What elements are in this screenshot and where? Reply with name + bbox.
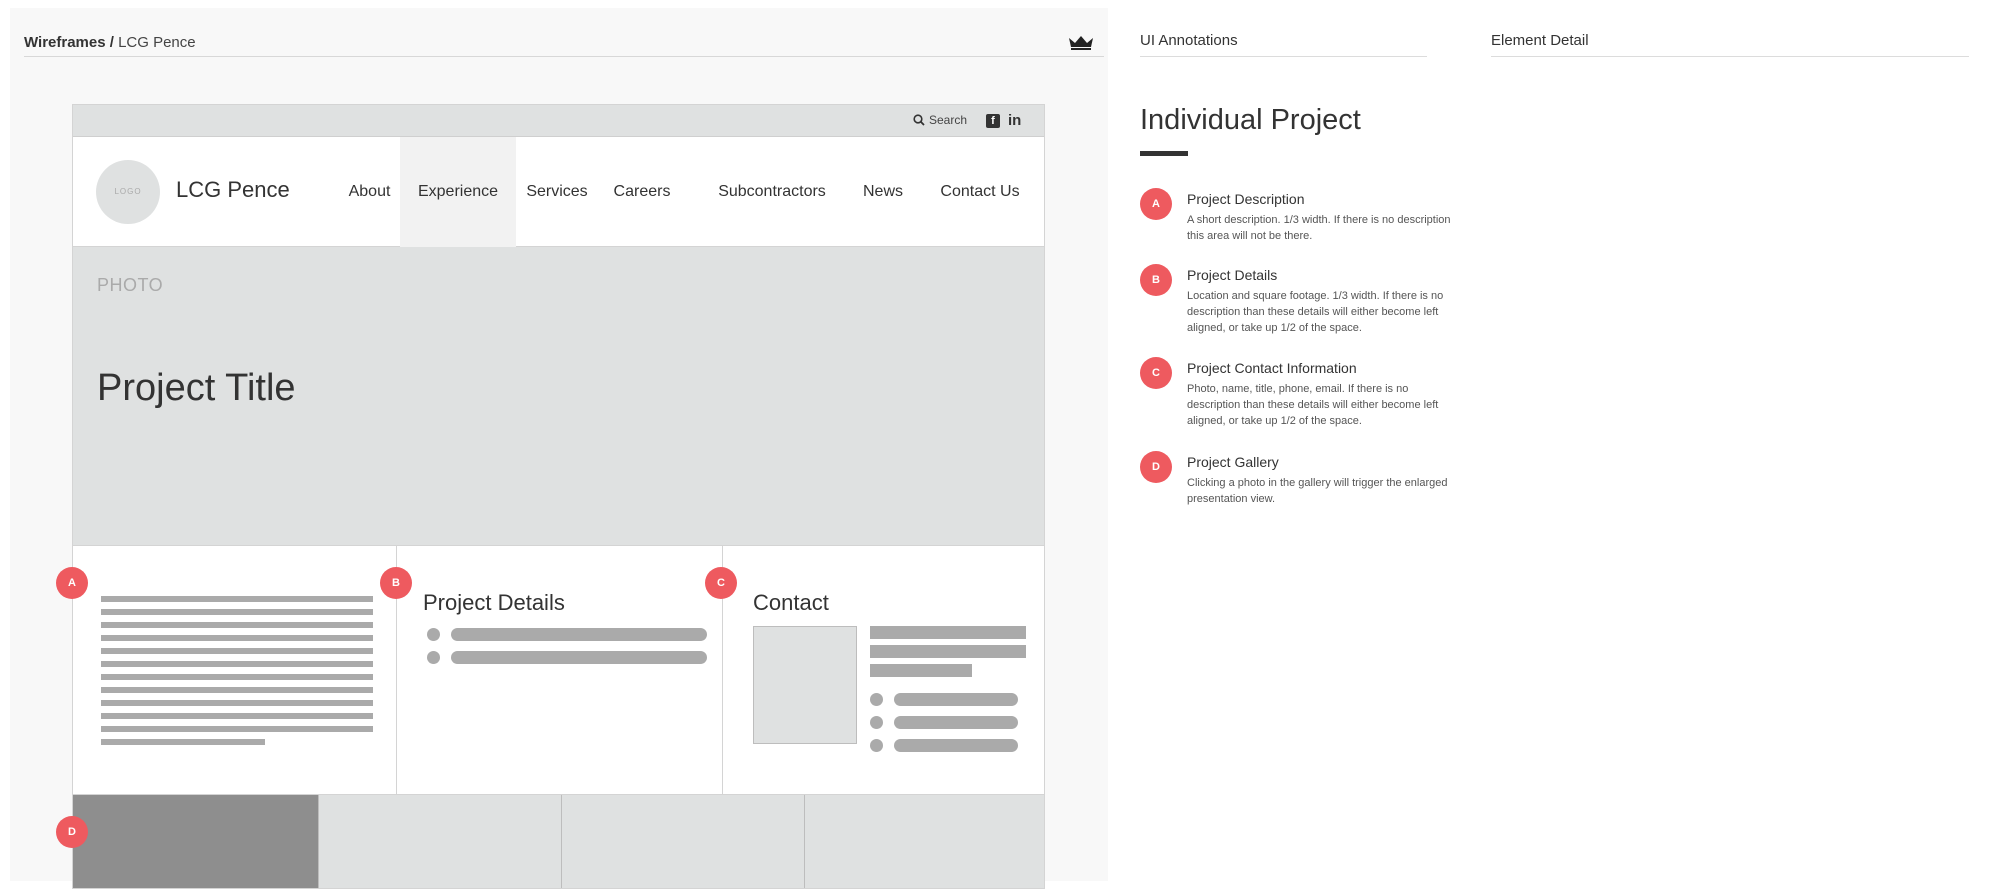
contact-extra-line	[894, 739, 1018, 752]
nav-item-news[interactable]: News	[853, 137, 913, 247]
annotation-badge-c[interactable]: C	[705, 567, 737, 599]
gallery-photo[interactable]	[73, 795, 319, 888]
nav-item-careers[interactable]: Careers	[605, 137, 679, 247]
site-header: LOGO LCG Pence About Experience Services…	[73, 137, 1044, 247]
gallery-photo[interactable]	[319, 795, 562, 888]
annotation-badge-a[interactable]: A	[56, 567, 88, 599]
element-detail-header[interactable]: Element Detail	[1491, 32, 1589, 49]
annotation-badge: C	[1140, 357, 1172, 389]
annotation-title: Project Gallery	[1187, 454, 1279, 470]
contact-name-line	[870, 626, 1026, 639]
gallery-photo[interactable]	[562, 795, 805, 888]
crown-icon[interactable]	[1068, 34, 1094, 50]
project-title: Project Title	[97, 367, 296, 409]
gallery-photo[interactable]	[805, 795, 1044, 888]
text-line	[101, 622, 373, 628]
details-heading: Project Details	[423, 590, 565, 615]
annotation-badge: B	[1140, 264, 1172, 296]
photo-label: PHOTO	[97, 275, 164, 295]
search-icon	[913, 114, 925, 126]
text-line	[101, 687, 373, 693]
contact-photo	[753, 626, 857, 744]
breadcrumb-divider	[24, 56, 1104, 57]
wireframe-frame: Search f in LOGO LCG Pence About Experie…	[72, 104, 1045, 889]
text-line	[101, 648, 373, 654]
search-link[interactable]: Search	[913, 113, 967, 127]
bullet-dot	[870, 739, 883, 752]
annotation-description: A short description. 1/3 width. If there…	[1187, 214, 1451, 242]
contact-email-line	[894, 716, 1018, 729]
annotation-title: Project Contact Information	[1187, 360, 1357, 376]
breadcrumb-current: LCG Pence	[118, 34, 196, 51]
facebook-icon[interactable]: f	[986, 114, 1000, 128]
text-line	[101, 635, 373, 641]
contact-subtitle-line	[870, 664, 972, 677]
brand-name[interactable]: LCG Pence	[176, 177, 290, 203]
text-line	[101, 739, 265, 745]
annotation-description: Photo, name, title, phone, email. If the…	[1187, 383, 1439, 427]
annotation-badge: A	[1140, 188, 1172, 220]
contact-phone-line	[894, 693, 1018, 706]
text-line	[101, 713, 373, 719]
annotation-badge-b[interactable]: B	[380, 567, 412, 599]
search-label: Search	[929, 113, 968, 127]
project-contact: Contact	[723, 546, 1044, 794]
project-gallery	[73, 795, 1044, 888]
annotation-description: Clicking a photo in the gallery will tri…	[1187, 477, 1448, 505]
element-detail-divider	[1491, 56, 1969, 57]
nav-item-services[interactable]: Services	[521, 137, 593, 247]
annotation-title: Project Details	[1187, 267, 1278, 283]
annotations-title: Individual Project	[1140, 104, 1361, 136]
contact-title-line	[870, 645, 1026, 658]
utility-bar: Search f in	[73, 105, 1044, 137]
text-line	[101, 700, 373, 706]
breadcrumb: Wireframes / LCG Pence	[24, 34, 196, 51]
detail-line	[451, 651, 707, 664]
annotation-badge: D	[1140, 451, 1172, 483]
nav-item-subcontractors[interactable]: Subcontractors	[707, 137, 837, 247]
bullet-dot	[427, 651, 440, 664]
nav-item-about[interactable]: About	[337, 137, 402, 247]
project-info-row: Project Details Contact	[73, 545, 1044, 795]
text-line	[101, 661, 373, 667]
text-line	[101, 674, 373, 680]
title-underline	[1140, 151, 1188, 156]
annotation-title: Project Description	[1187, 191, 1305, 207]
project-description	[73, 546, 397, 794]
annotation-description: Location and square footage. 1/3 width. …	[1187, 290, 1444, 334]
contact-heading: Contact	[753, 590, 829, 615]
breadcrumb-root[interactable]: Wireframes /	[24, 34, 114, 51]
ui-annotations-divider	[1140, 56, 1427, 57]
annotation-badge-d[interactable]: D	[56, 816, 88, 848]
bullet-dot	[870, 693, 883, 706]
text-line	[101, 596, 373, 602]
nav-item-experience[interactable]: Experience	[400, 137, 516, 247]
ui-annotations-header[interactable]: UI Annotations	[1140, 32, 1238, 49]
project-details: Project Details	[397, 546, 723, 794]
linkedin-icon[interactable]: in	[1008, 112, 1021, 129]
hero-photo: PHOTO Project Title	[73, 247, 1044, 545]
bullet-dot	[427, 628, 440, 641]
detail-line	[451, 628, 707, 641]
wireframe-canvas: Wireframes / LCG Pence Search f in LOGO …	[10, 8, 1108, 889]
bullet-dot	[870, 716, 883, 729]
nav-item-contact[interactable]: Contact Us	[925, 137, 1035, 247]
text-line	[101, 726, 373, 732]
logo-placeholder[interactable]: LOGO	[96, 160, 160, 224]
text-line	[101, 609, 373, 615]
